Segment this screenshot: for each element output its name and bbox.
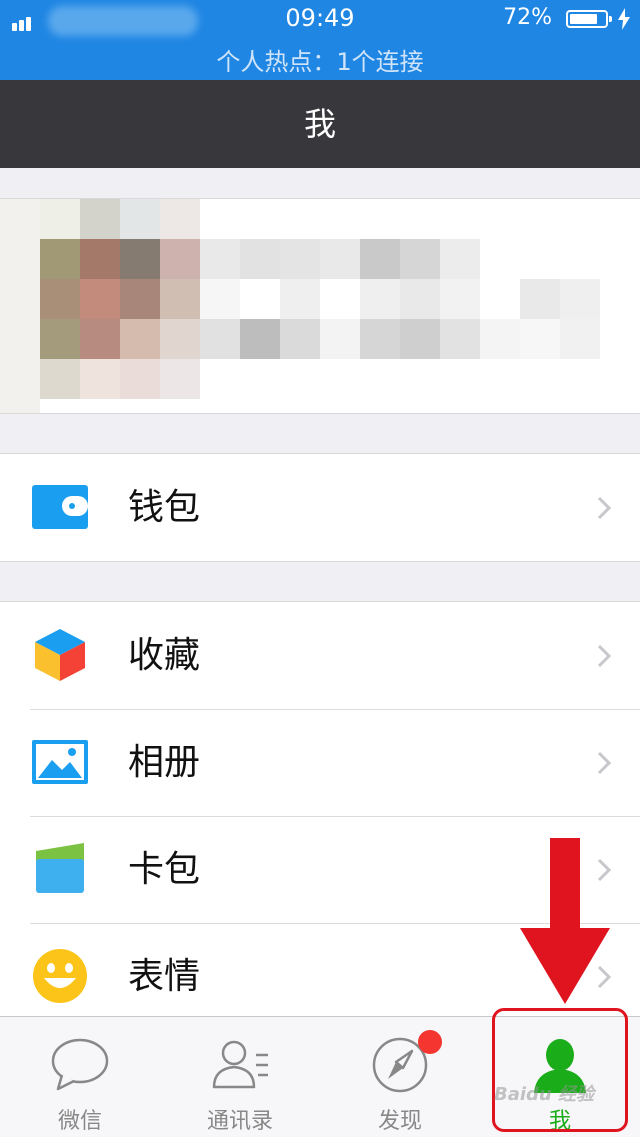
- menu-item-favorites[interactable]: 收藏: [0, 602, 640, 709]
- status-bar: 09:49 72% 个人热点：1个连接: [0, 0, 640, 80]
- battery-icon: [566, 10, 612, 28]
- chevron-right-icon: [597, 644, 612, 668]
- album-image-icon: [32, 740, 88, 784]
- menu-item-album[interactable]: 相册: [0, 709, 640, 816]
- menu-item-label: 相册: [128, 742, 201, 783]
- menu-item-wallet[interactable]: 钱包: [0, 454, 640, 561]
- menu-item-label: 卡包: [128, 849, 201, 890]
- nav-bar: 我: [0, 80, 640, 168]
- tab-contacts[interactable]: 通讯录: [160, 1017, 320, 1137]
- watermark: Baidu 经验: [494, 1084, 595, 1105]
- menu-item-label: 钱包: [128, 487, 201, 528]
- menu-item-label: 收藏: [128, 635, 201, 676]
- battery-percentage: 72%: [503, 5, 552, 30]
- tab-label: 发现: [377, 1109, 422, 1134]
- tab-chats[interactable]: 微信: [0, 1017, 160, 1137]
- discover-badge: [418, 1030, 442, 1054]
- chevron-right-icon: [597, 751, 612, 775]
- card-pack-icon: [36, 843, 84, 893]
- favorites-cube-icon: [35, 629, 85, 681]
- chevron-right-icon: [597, 496, 612, 520]
- wallet-icon: [32, 485, 88, 529]
- chat-bubble-icon: [51, 1038, 109, 1091]
- profile-card[interactable]: [0, 198, 640, 414]
- tab-discover[interactable]: 发现: [320, 1017, 480, 1137]
- smiley-face-icon: [33, 949, 87, 1003]
- charging-bolt-icon: [618, 8, 630, 30]
- annotation-highlight-box: [492, 1008, 628, 1132]
- wallet-group: 钱包: [0, 453, 640, 562]
- hotspot-banner[interactable]: 个人热点：1个连接: [0, 42, 640, 77]
- annotation-arrow-icon: [520, 838, 610, 1004]
- menu-item-label: 表情: [128, 956, 201, 997]
- tab-label: 微信: [57, 1109, 102, 1134]
- tab-label: 通讯录: [206, 1109, 273, 1134]
- page-title: 我: [303, 105, 336, 143]
- contacts-icon: [212, 1040, 268, 1089]
